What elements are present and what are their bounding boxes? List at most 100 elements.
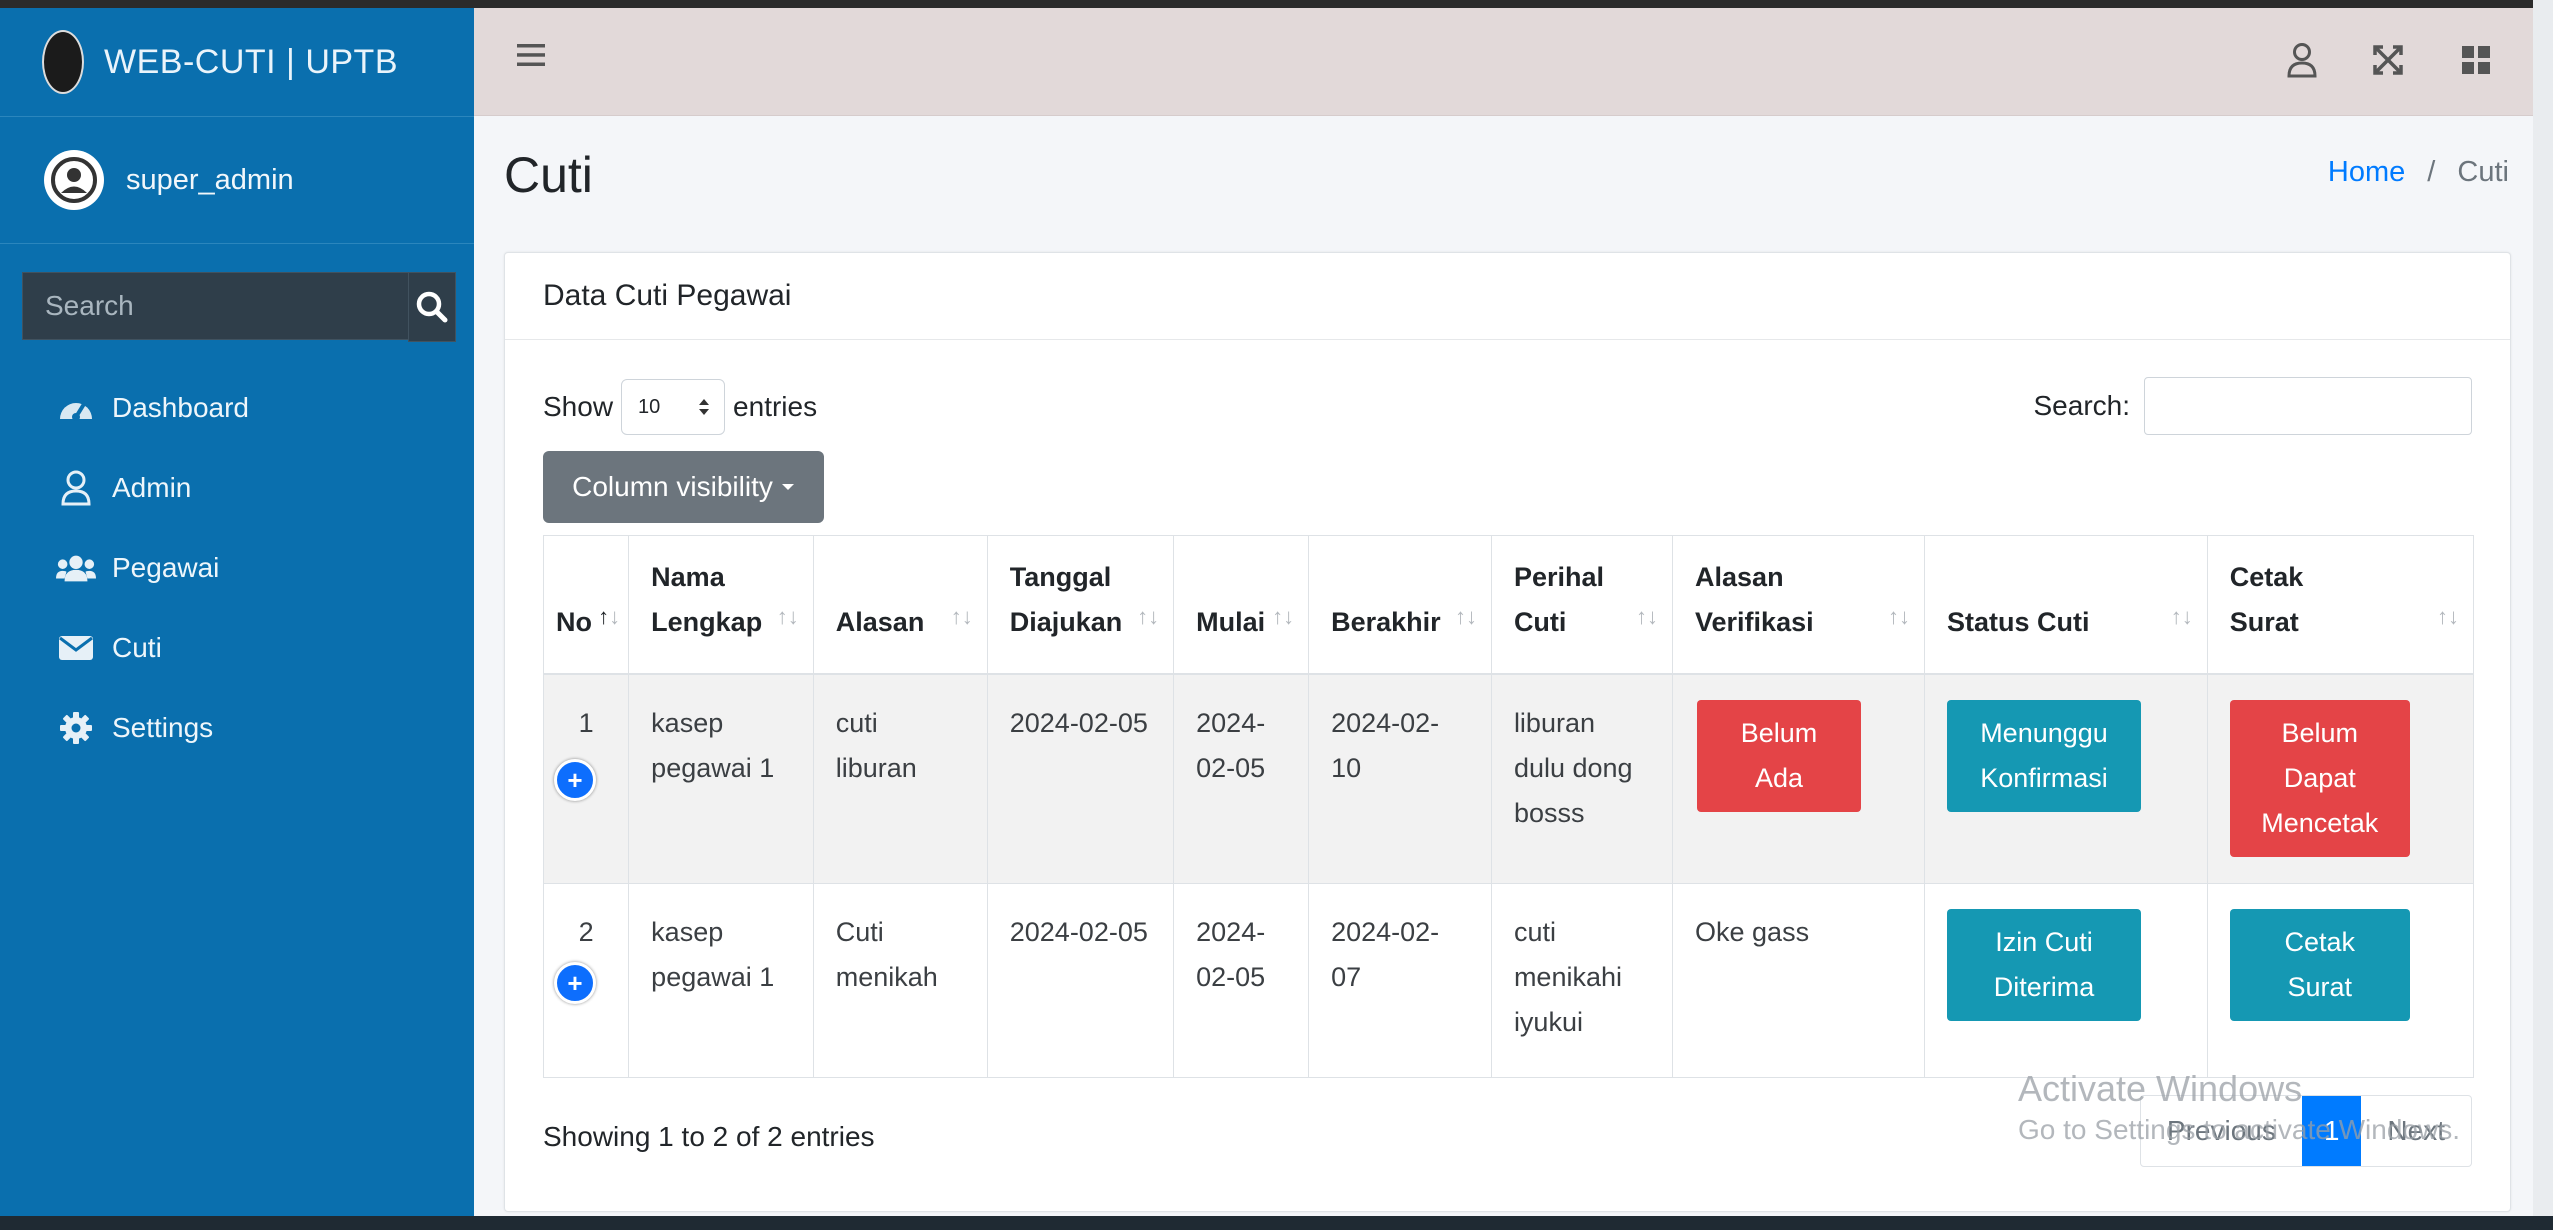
profile-button[interactable]	[2280, 38, 2324, 82]
sidebar-item-admin[interactable]: Admin	[0, 448, 474, 528]
cell-berakhir: 2024-02-07	[1308, 883, 1492, 1078]
column-visibility-button[interactable]: Column visibility	[543, 451, 824, 523]
table-filter: Search:	[2033, 377, 2472, 435]
col-header-alasan[interactable]: Alasan ↑↓	[812, 535, 988, 675]
cell-status: Izin Cuti Diterima	[1924, 883, 2208, 1078]
brand-title: WEB-CUTI | UPTB	[104, 42, 398, 81]
sort-icon: ↑↓	[1272, 603, 1295, 629]
cell-mulai: 2024-02-05	[1173, 883, 1310, 1078]
sidebar-item-cuti[interactable]: Cuti	[0, 608, 474, 688]
col-header-cetak-surat[interactable]: Cetak Surat ↑↓	[2206, 535, 2475, 675]
sort-updown-icon	[699, 399, 710, 415]
cell-nama: kasep pegawai 1	[628, 673, 814, 884]
expand-row-button[interactable]: +	[554, 758, 596, 801]
right-edge	[2533, 0, 2553, 1230]
fullscreen-button[interactable]	[2366, 38, 2410, 82]
col-header-nama[interactable]: Nama Lengkap ↑↓	[628, 535, 814, 675]
caret-down-icon	[781, 484, 794, 490]
sidebar-nav: Dashboard Admin Pegawai Cuti Settings	[0, 368, 474, 768]
sidebar-item-pegawai[interactable]: Pegawai	[0, 528, 474, 608]
table-search-input[interactable]	[2144, 377, 2472, 435]
col-header-no[interactable]: No ↑↓	[542, 535, 630, 675]
cetak-surat-button[interactable]: Belum Dapat Mencetak	[2229, 699, 2410, 857]
activate-windows-watermark: Activate Windows Go to Settings to activ…	[2018, 1068, 2460, 1146]
control-sidebar-button[interactable]	[2454, 38, 2498, 82]
page-length-select[interactable]: 10	[621, 379, 726, 435]
top-edge	[0, 0, 2553, 8]
sort-icon: ↑↓	[1454, 603, 1477, 629]
sidebar-item-label: Settings	[112, 712, 214, 743]
status-button[interactable]: Izin Cuti Diterima	[1947, 909, 2141, 1021]
table-row: 1 + kasep pegawai 1 cuti liburan 2024-02-0…	[542, 673, 2475, 884]
cell-status: Menunggu Konfirmasi	[1924, 673, 2208, 884]
taskbar-edge	[0, 1216, 2553, 1230]
status-button[interactable]: Menunggu Konfirmasi	[1947, 699, 2141, 812]
cell-alasan: cuti liburan	[812, 673, 988, 884]
cell-tanggal-diajukan: 2024-02-05	[986, 673, 1175, 884]
sort-icon: ↑↓	[2170, 603, 2193, 629]
card-title: Data Cuti Pegawai	[505, 253, 2510, 340]
page-length-control: Show 10 entries	[543, 379, 817, 435]
length-show-label: Show	[543, 391, 614, 422]
breadcrumb-current: Cuti	[2457, 156, 2509, 188]
breadcrumb-home-link[interactable]: Home	[2328, 156, 2405, 188]
sort-icon: ↑↓	[950, 603, 973, 629]
table-row: 2 + kasep pegawai 1 Cuti menikah 2024-02-0…	[542, 883, 2475, 1078]
col-header-mulai[interactable]: Mulai ↑↓	[1173, 535, 1310, 675]
cell-cetak: Cetak Surat	[2206, 883, 2475, 1078]
sidebar-item-dashboard[interactable]: Dashboard	[0, 368, 474, 448]
sort-icon: ↑↓	[776, 603, 799, 629]
user-icon	[56, 468, 96, 508]
table-info: Showing 1 to 2 of 2 entries	[543, 1121, 875, 1152]
sort-icon: ↑↓	[1137, 603, 1160, 629]
grid-icon	[2462, 46, 2490, 74]
cell-tanggal-diajukan: 2024-02-05	[986, 883, 1175, 1078]
breadcrumb: Home / Cuti	[2328, 156, 2509, 189]
sidebar-search-input[interactable]	[22, 272, 408, 340]
avatar	[44, 150, 104, 210]
user-icon	[2287, 43, 2317, 78]
brand-link[interactable]: WEB-CUTI | UPTB	[0, 8, 474, 117]
verifikasi-badge[interactable]: Belum Ada	[1697, 699, 1862, 812]
sidebar-search-button[interactable]	[408, 272, 456, 342]
table-header-row: No ↑↓ Nama Lengkap ↑↓ Alasan ↑↓ Tanggal Di…	[542, 535, 2475, 675]
sidebar-search	[22, 272, 456, 342]
cell-nama: kasep pegawai 1	[628, 883, 814, 1078]
cell-alasan: Cuti menikah	[812, 883, 988, 1078]
col-header-berakhir[interactable]: Berakhir ↑↓	[1308, 535, 1492, 675]
menu-toggle-button[interactable]	[516, 42, 546, 73]
filter-label: Search:	[2033, 390, 2131, 421]
search-icon	[416, 291, 448, 323]
users-icon	[56, 548, 96, 588]
cell-verifikasi: Belum Ada	[1672, 673, 1925, 884]
sidebar-item-settings[interactable]: Settings	[0, 688, 474, 768]
envelope-icon	[56, 628, 96, 668]
col-header-status-cuti[interactable]: Status Cuti ↑↓	[1924, 535, 2208, 675]
cell-berakhir: 2024-02-10	[1308, 673, 1492, 884]
top-navbar	[474, 8, 2533, 116]
cell-mulai: 2024-02-05	[1173, 673, 1310, 884]
sort-icon: ↑↓	[1888, 603, 1910, 629]
brand-logo	[42, 30, 84, 94]
cell-no: 2 +	[542, 883, 630, 1078]
user-circle-icon	[51, 157, 97, 203]
sidebar-item-label: Dashboard	[112, 392, 249, 423]
user-panel[interactable]: super_admin	[0, 117, 474, 244]
cuti-table: No ↑↓ Nama Lengkap ↑↓ Alasan ↑↓ Tanggal Di…	[542, 535, 2475, 1078]
breadcrumb-separator: /	[2427, 156, 2436, 188]
cetak-surat-button[interactable]: Cetak Surat	[2229, 909, 2410, 1021]
sort-icon: ↑↓	[1636, 603, 1659, 629]
cell-no: 1 +	[542, 673, 630, 884]
sort-asc-icon: ↑↓	[598, 603, 621, 629]
sidebar: WEB-CUTI | UPTB super_admin Dashboard Ad…	[0, 8, 474, 1216]
col-header-perihal-cuti[interactable]: Perihal Cuti ↑↓	[1490, 535, 1674, 675]
page-title: Cuti	[504, 147, 593, 203]
length-entries-label: entries	[733, 391, 818, 422]
col-header-alasan-verifikasi[interactable]: Alasan Verifikasi ↑↓	[1672, 535, 1925, 675]
col-header-tanggal-diajukan[interactable]: Tanggal Diajukan ↑↓	[986, 535, 1175, 675]
dashboard-icon	[56, 388, 96, 428]
username: super_admin	[126, 163, 294, 196]
expand-row-button[interactable]: +	[554, 962, 596, 1004]
sidebar-item-label: Pegawai	[112, 552, 220, 583]
page-length-value: 10	[638, 395, 661, 418]
